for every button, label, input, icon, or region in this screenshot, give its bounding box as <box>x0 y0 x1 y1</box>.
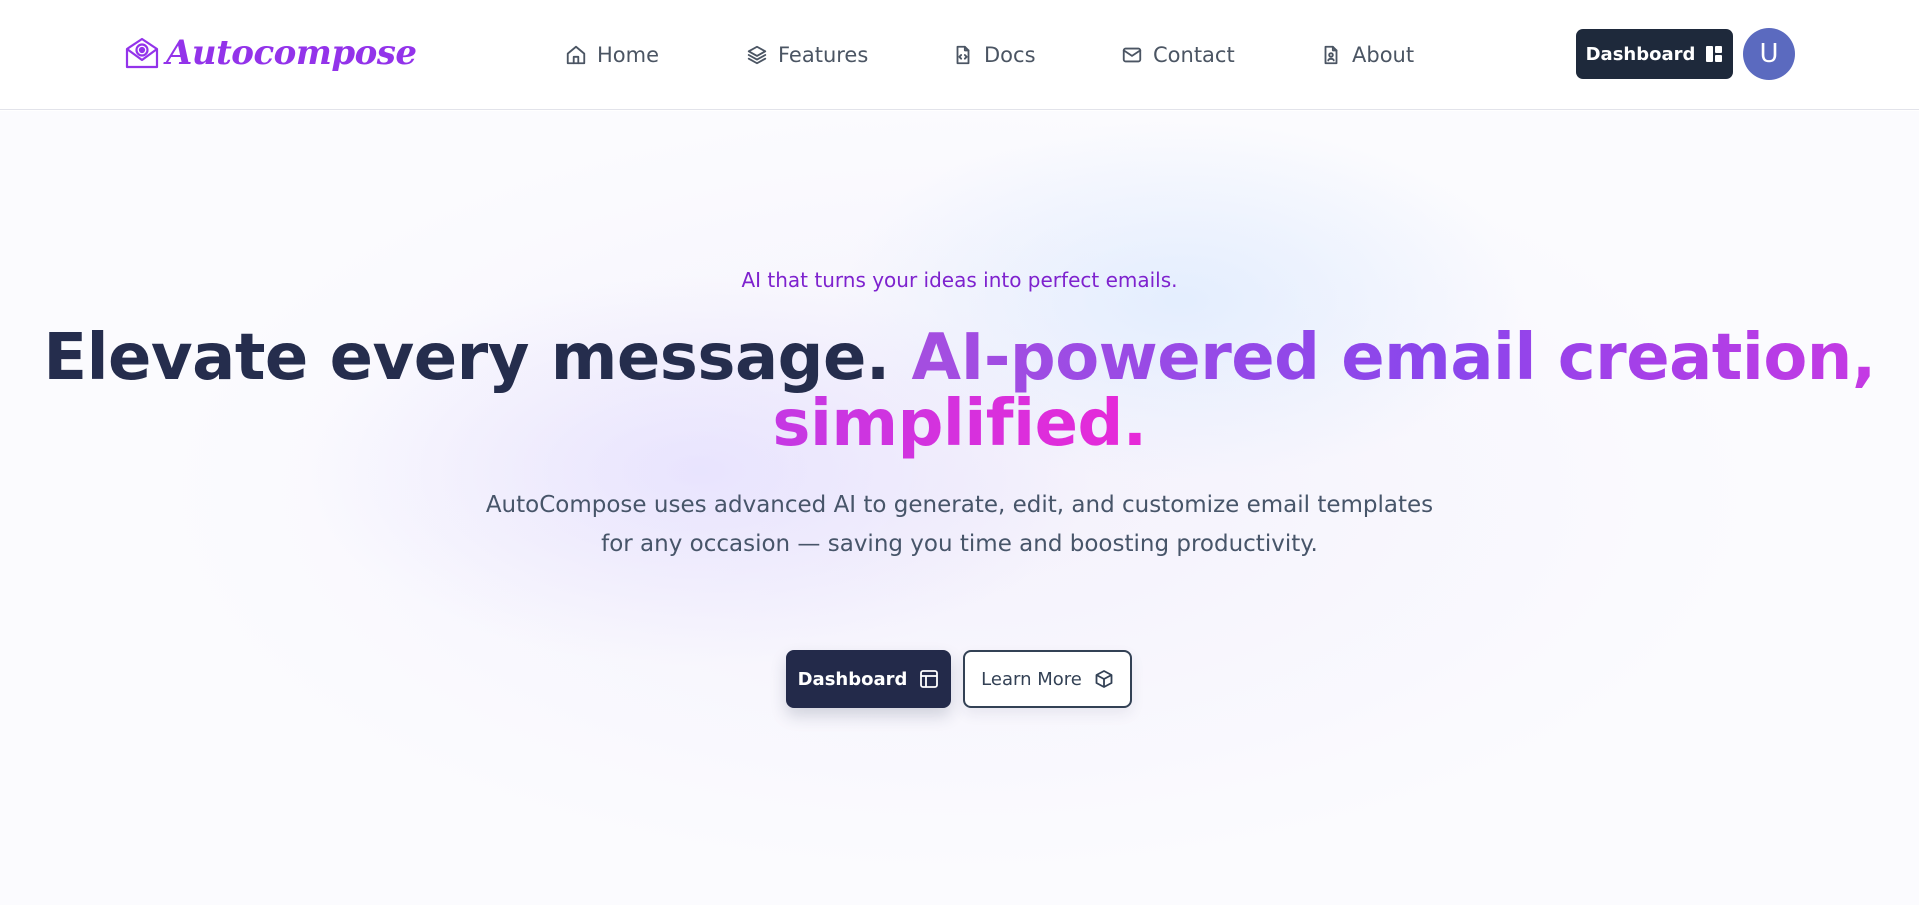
hero-description-line: for any occasion — saving you time and b… <box>601 531 1318 557</box>
hero-dashboard-label: Dashboard <box>797 668 908 690</box>
hero-description: AutoCompose uses advanced AI to generate… <box>0 486 1919 564</box>
nav-item-label: Docs <box>984 43 1036 67</box>
site-header: Autocompose Home Features Docs Contact A… <box>0 0 1919 110</box>
brand-logo[interactable]: Autocompose <box>124 30 417 76</box>
user-avatar[interactable]: U <box>1743 28 1795 80</box>
hero-description-line: AutoCompose uses advanced AI to generate… <box>485 492 1434 518</box>
file-code-icon <box>956 45 970 65</box>
mail-icon <box>1122 47 1142 63</box>
hero-dashboard-button[interactable]: Dashboard <box>786 650 951 708</box>
nav-item-docs[interactable]: Docs <box>952 38 1036 72</box>
nav-item-label: Features <box>778 43 869 67</box>
hero-tagline: AI that turns your ideas into perfect em… <box>741 268 1178 292</box>
hero-headline: Elevate every message. AI-powered email … <box>0 325 1919 457</box>
nav-item-home[interactable]: Home <box>565 38 659 72</box>
learn-more-button[interactable]: Learn More <box>963 650 1132 708</box>
layers-icon <box>747 45 767 65</box>
file-user-icon <box>1324 45 1338 65</box>
header-dashboard-label: Dashboard <box>1585 43 1696 65</box>
nav-item-features[interactable]: Features <box>746 38 868 72</box>
learn-more-label: Learn More <box>981 668 1082 690</box>
nav-item-label: Home <box>597 43 660 67</box>
headline-dark-text: Elevate every message. <box>43 321 890 395</box>
home-icon <box>566 45 586 65</box>
nav-item-label: About <box>1352 43 1415 67</box>
nav-item-about[interactable]: About <box>1320 38 1414 72</box>
panels-icon <box>920 670 939 688</box>
headline-gradient-text: AI-powered email creation, simplified. <box>772 321 1876 461</box>
box-icon <box>1095 670 1113 688</box>
header-dashboard-button[interactable]: Dashboard <box>1576 29 1733 79</box>
nav-item-label: Contact <box>1153 43 1235 67</box>
hero-actions: Dashboard Learn More <box>786 650 1132 708</box>
nav-item-contact[interactable]: Contact <box>1121 38 1235 72</box>
brand-name: Autocompose <box>166 33 417 73</box>
envelope-logo-icon <box>125 37 159 69</box>
layout-dashboard-icon <box>1706 46 1723 62</box>
